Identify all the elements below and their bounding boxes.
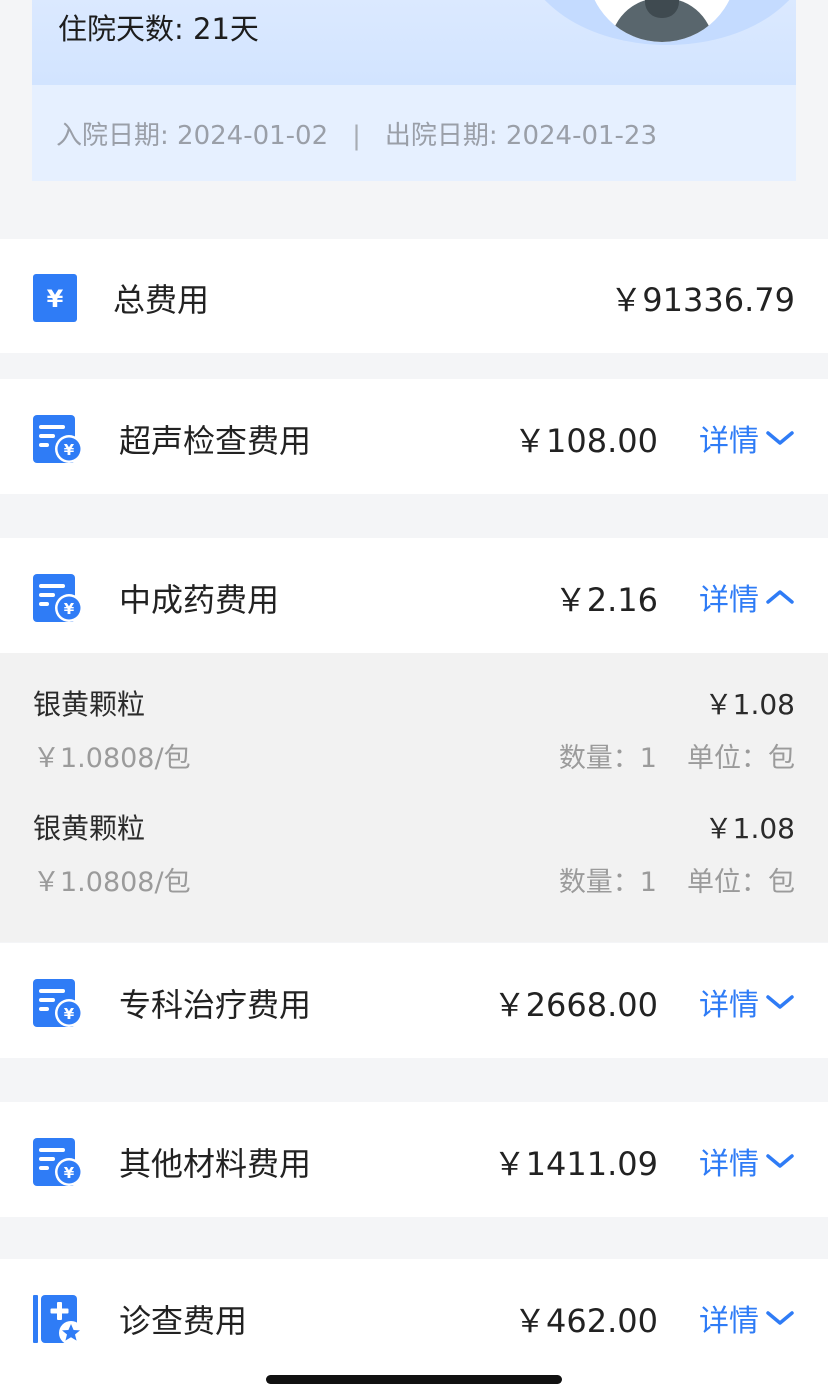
category-amount: ￥462.00 [514,1302,658,1340]
medical-kit-icon [33,1295,83,1345]
bill-yen-icon: ¥ [33,1138,83,1186]
item-total: ￥1.08 [704,688,795,721]
cost-row-specialty-treatment: ¥ 专科治疗费用 ￥2668.00 详情 [0,943,828,1058]
item-unit: 单位：包 [687,867,795,898]
date-separator: | [352,121,361,151]
category-label: 中成药费用 [119,581,280,619]
total-cost-amount: ￥91336.79 [610,281,795,319]
item-total: ￥1.08 [704,812,795,845]
discharge-date: 出院日期: 2024-01-23 [384,121,658,151]
category-label: 诊查费用 [119,1302,248,1340]
bill-yen-icon: ¥ [33,979,83,1027]
category-amount: ￥108.00 [514,422,658,460]
chevron-down-icon [766,431,794,445]
patient-info-card: 住院天数: 21天 入院日期: 2024-01-02 | 出院日期: 2024-01… [32,0,796,181]
category-amount: ￥2.16 [554,581,658,619]
item-name: 银黄颗粒 [33,812,146,845]
detail-toggle-button[interactable]: 详情 [699,980,795,1024]
home-indicator[interactable] [266,1375,562,1384]
svg-text:¥: ¥ [47,285,64,313]
category-label: 专科治疗费用 [119,986,312,1024]
svg-text:¥: ¥ [64,441,75,459]
patient-summary: 住院天数: 21天 [32,0,796,85]
cost-row-consultation: 诊查费用 ￥462.00 详情 [0,1259,828,1384]
bill-yen-icon: ¥ [33,415,83,463]
yen-icon: ¥ [33,274,77,322]
medicine-detail-list: 银黄颗粒 ￥1.08 ￥1.0808/包 数量：1 单位：包 银黄颗粒 ￥1.08… [0,653,828,942]
detail-toggle-button[interactable]: 详情 [699,416,795,460]
bill-yen-icon: ¥ [33,574,83,622]
detail-toggle-button[interactable]: 详情 [699,1139,795,1183]
chevron-down-icon [766,1154,794,1168]
detail-label: 详情 [699,1304,759,1339]
hospital-dates-bar: 入院日期: 2024-01-02 | 出院日期: 2024-01-23 [32,85,796,181]
item-unit-price: ￥1.0808/包 [33,867,191,898]
chevron-up-icon [766,590,794,604]
detail-label: 详情 [699,424,759,459]
detail-toggle-button[interactable]: 详情 [699,1296,795,1340]
svg-text:¥: ¥ [64,600,75,618]
cost-row-ultrasound: ¥ 超声检查费用 ￥108.00 详情 [0,379,828,494]
detail-toggle-button[interactable]: 详情 [699,575,795,619]
cost-row-other-materials: ¥ 其他材料费用 ￥1411.09 详情 [0,1102,828,1217]
svg-text:¥: ¥ [64,1005,75,1023]
category-label: 其他材料费用 [119,1145,312,1183]
item-meta: 数量：1 单位：包 [559,736,795,775]
hospital-dates: 入院日期: 2024-01-02 | 出院日期: 2024-01-23 [56,115,657,152]
chevron-down-icon [766,1311,794,1325]
cost-row-chinese-medicine: ¥ 中成药费用 ￥2.16 详情 [0,538,828,653]
svg-text:¥: ¥ [64,1164,75,1182]
chevron-down-icon [766,995,794,1009]
item-meta: 数量：1 单位：包 [559,860,795,899]
hospital-stay-days: 住院天数: 21天 [58,12,259,46]
item-name: 银黄颗粒 [33,688,146,721]
category-amount: ￥1411.09 [493,1145,658,1183]
item-unit-price: ￥1.0808/包 [33,743,191,774]
detail-label: 详情 [699,583,759,618]
total-cost-row: ¥ 总费用 ￥91336.79 [0,239,828,353]
list-item: 银黄颗粒 ￥1.08 ￥1.0808/包 数量：1 单位：包 [0,795,828,905]
category-label: 超声检查费用 [119,422,312,460]
cost-detail-page: 住院天数: 21天 入院日期: 2024-01-02 | 出院日期: 2024-01… [0,0,828,1384]
item-quantity: 数量：1 [558,867,657,898]
total-cost-label: 总费用 [113,281,210,319]
detail-label: 详情 [699,1147,759,1182]
list-item: 银黄颗粒 ￥1.08 ￥1.0808/包 数量：1 单位：包 [0,671,828,781]
category-amount: ￥2668.00 [493,986,658,1024]
item-quantity: 数量：1 [558,743,657,774]
detail-label: 详情 [699,988,759,1023]
admission-date: 入院日期: 2024-01-02 [56,121,329,151]
item-unit: 单位：包 [687,743,795,774]
